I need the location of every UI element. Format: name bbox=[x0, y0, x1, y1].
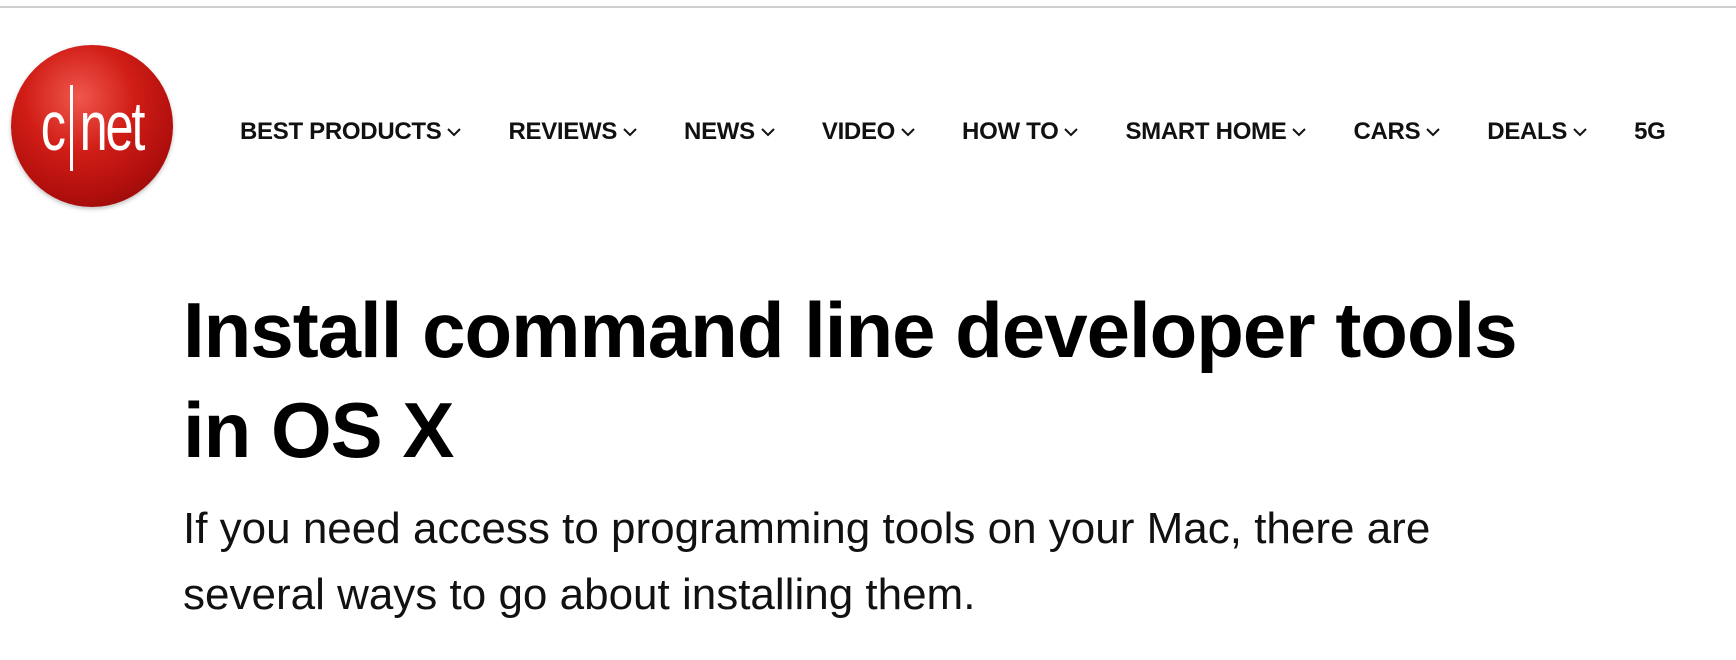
nav-label: SMART HOME bbox=[1125, 118, 1287, 145]
nav-item-cars[interactable]: CARS bbox=[1353, 118, 1441, 146]
nav-item-video[interactable]: VIDEO bbox=[822, 118, 916, 146]
nav-label: NEWS bbox=[684, 118, 755, 145]
article-dek: If you need access to programming tools … bbox=[183, 504, 1431, 619]
chevron-down-icon bbox=[622, 126, 638, 138]
nav-item-reviews[interactable]: REVIEWS bbox=[508, 118, 638, 146]
nav-item-smart-home[interactable]: SMART HOME bbox=[1125, 118, 1307, 146]
nav-label: VIDEO bbox=[821, 118, 896, 145]
chevron-down-icon bbox=[1291, 126, 1307, 138]
site-header: c net BEST PRODUCTS REVIEWS NEWS VIDEO H… bbox=[0, 0, 1736, 220]
main-nav: BEST PRODUCTS REVIEWS NEWS VIDEO HOW TO bbox=[240, 112, 1666, 152]
chevron-down-icon bbox=[760, 126, 776, 138]
nav-label: BEST PRODUCTS bbox=[240, 118, 442, 145]
cnet-logo[interactable]: c net bbox=[11, 45, 173, 207]
nav-label: HOW TO bbox=[962, 118, 1059, 145]
chevron-down-icon bbox=[1063, 126, 1079, 138]
chevron-down-icon bbox=[1572, 126, 1588, 138]
nav-label: REVIEWS bbox=[508, 118, 618, 145]
nav-label: 5G bbox=[1634, 118, 1666, 145]
nav-item-5g[interactable]: 5G bbox=[1634, 118, 1666, 146]
nav-item-best-products[interactable]: BEST PRODUCTS bbox=[240, 118, 462, 146]
chevron-down-icon bbox=[446, 126, 462, 138]
chevron-down-icon bbox=[900, 126, 916, 138]
nav-item-deals[interactable]: DEALS bbox=[1487, 118, 1588, 146]
nav-item-how-to[interactable]: HOW TO bbox=[962, 118, 1079, 146]
nav-label: DEALS bbox=[1487, 118, 1568, 145]
article-headline: Install command line developer tools in … bbox=[183, 286, 1518, 474]
chevron-down-icon bbox=[1425, 126, 1441, 138]
nav-label: CARS bbox=[1353, 118, 1421, 145]
logo-text: c net bbox=[40, 87, 146, 165]
nav-item-news[interactable]: NEWS bbox=[684, 118, 776, 146]
